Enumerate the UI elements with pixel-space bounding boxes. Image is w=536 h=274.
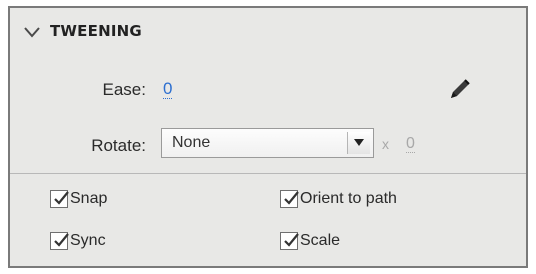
checkmark-icon[interactable] [280, 190, 299, 208]
dropdown-arrow-icon[interactable] [347, 132, 370, 154]
section-title: TWEENING [50, 22, 142, 40]
checkmark-icon[interactable] [50, 190, 69, 208]
tweening-panel: TWEENING Ease: 0 Rotate: None x 0 Snap O… [8, 6, 528, 268]
checkmark-icon[interactable] [280, 232, 299, 250]
rotate-select-value: None [172, 134, 211, 151]
ease-value-hotfield[interactable]: 0 [163, 80, 173, 99]
chevron-down-icon[interactable] [24, 26, 40, 38]
rotate-times-value: 0 [406, 135, 415, 153]
orient-to-path-checkbox[interactable]: Orient to path [280, 190, 397, 208]
pencil-icon[interactable] [447, 76, 473, 102]
scale-checkbox[interactable]: Scale [280, 232, 340, 250]
orient-to-path-label: Orient to path [300, 190, 397, 207]
checkmark-icon[interactable] [50, 232, 69, 250]
rotate-label: Rotate: [91, 136, 146, 155]
snap-checkbox[interactable]: Snap [50, 190, 107, 208]
tweening-section-header[interactable]: TWEENING [10, 8, 526, 52]
sync-checkbox[interactable]: Sync [50, 232, 106, 250]
rotate-select[interactable]: None [161, 128, 374, 158]
ease-label: Ease: [102, 80, 146, 99]
divider [10, 173, 526, 174]
sync-label: Sync [70, 232, 106, 249]
times-sign: x [382, 136, 389, 152]
scale-label: Scale [300, 232, 341, 249]
snap-label: Snap [70, 190, 108, 207]
